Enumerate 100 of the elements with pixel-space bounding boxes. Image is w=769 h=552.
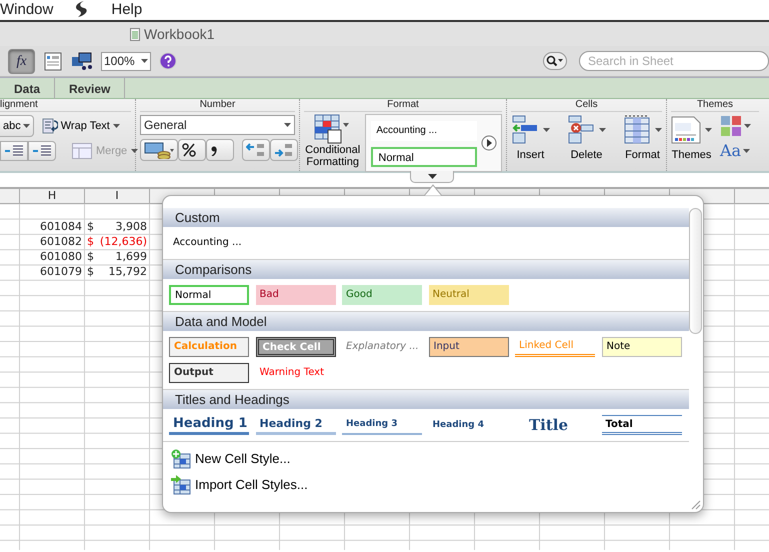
- search-field[interactable]: Search in Sheet: [579, 51, 769, 71]
- menu-item[interactable]: Help: [111, 0, 142, 20]
- decrease-indent-button[interactable]: [0, 141, 28, 161]
- cell-style-option[interactable]: Input: [428, 337, 508, 357]
- merge-icon: [72, 143, 92, 159]
- new-style-button[interactable]: New Cell Style...: [167, 446, 703, 472]
- color-swatch-icon: [720, 115, 742, 137]
- script-icon[interactable]: [75, 0, 90, 18]
- currency-button[interactable]: [140, 139, 178, 161]
- cell-style-option[interactable]: Heading 3: [342, 415, 422, 435]
- dropdown-icon: [543, 128, 550, 132]
- themes-button[interactable]: Themes: [671, 115, 712, 161]
- group-title: Format: [304, 99, 502, 112]
- group-title: Number: [140, 99, 295, 112]
- section-header: Comparisons: [163, 260, 689, 279]
- search-icon[interactable]: [543, 52, 567, 70]
- indent-icon: [32, 145, 52, 157]
- group-title: lignment: [0, 99, 131, 112]
- help-icon[interactable]: [159, 52, 177, 70]
- decrease-decimal-icon: [246, 142, 266, 158]
- dropdown-icon: [131, 149, 138, 153]
- increase-decimal-button[interactable]: [270, 139, 298, 161]
- cell-style-option[interactable]: Total: [602, 415, 682, 435]
- wrap-icon: [42, 117, 58, 135]
- gallery-expand-button[interactable]: [410, 171, 454, 183]
- scrollbar-thumb[interactable]: [689, 208, 702, 334]
- group-title: Cells: [511, 99, 662, 112]
- table-cell-text: 601082: [39, 234, 83, 250]
- delete-button[interactable]: Delete: [567, 115, 606, 161]
- gallery-icon[interactable]: [43, 51, 63, 71]
- dropdown-icon: [22, 124, 30, 128]
- outdent-icon: [4, 145, 24, 157]
- conditional-formatting-button[interactable]: Conditional Formatting: [304, 114, 362, 172]
- document-icon: [130, 28, 140, 40]
- section-header: Data and Model: [163, 312, 689, 331]
- insert-button[interactable]: Insert: [511, 115, 550, 161]
- orientation-button[interactable]: abc: [0, 115, 34, 137]
- dropdown-icon: [744, 124, 751, 128]
- wrap-text-button[interactable]: Wrap Text: [42, 117, 120, 135]
- dropdown-icon: [705, 128, 712, 132]
- theme-colors-button[interactable]: [720, 115, 751, 137]
- number-format-field[interactable]: General: [140, 115, 295, 135]
- import-styles-icon: [171, 475, 191, 495]
- dropdown-icon: [112, 124, 120, 128]
- increase-indent-button[interactable]: [28, 141, 56, 161]
- conditional-formatting-icon: [314, 114, 352, 144]
- percent-icon: [182, 143, 196, 157]
- cell-format-icon: [623, 115, 651, 145]
- resize-grip-icon[interactable]: [691, 500, 701, 510]
- group-title: Themes: [671, 99, 759, 112]
- cell-style-option[interactable]: Accounting ...: [169, 233, 249, 253]
- cell-style-option[interactable]: Accounting ...: [371, 121, 478, 141]
- increase-decimal-icon: [274, 142, 294, 158]
- new-style-icon: [171, 449, 191, 469]
- formula-button[interactable]: fx: [8, 48, 35, 74]
- cell-style-option[interactable]: Explanatory ...: [342, 337, 422, 357]
- table-cell: 1,699: [116, 250, 147, 266]
- delete-cells-icon: [567, 115, 595, 145]
- cell-style-option[interactable]: Good: [342, 285, 422, 305]
- currency-symbol: $: [87, 220, 94, 235]
- currency-symbol: $: [87, 234, 94, 250]
- cell-style-option[interactable]: Title: [515, 415, 595, 435]
- dropdown-icon: [284, 123, 291, 127]
- decrease-decimal-button[interactable]: [242, 139, 270, 161]
- window-title: Workbook1: [144, 24, 215, 44]
- import-styles-button[interactable]: Import Cell Styles...: [167, 472, 703, 498]
- menu-item[interactable]: Window: [0, 0, 54, 20]
- table-cell-text: 601084: [39, 220, 83, 235]
- next-icon[interactable]: [481, 135, 497, 151]
- table-cell-text: (12,636): [100, 234, 147, 250]
- cell-style-option[interactable]: Normal: [371, 147, 478, 167]
- insert-cells-icon: [511, 115, 539, 145]
- cell-style-option[interactable]: Heading 2: [256, 415, 336, 435]
- percent-button[interactable]: [178, 139, 206, 161]
- table-cell: 3,908: [116, 220, 147, 235]
- cell-style-option[interactable]: Note: [602, 337, 682, 357]
- currency-symbol: $: [87, 265, 94, 280]
- column-header[interactable]: I: [85, 189, 150, 204]
- theme-page-icon: [671, 115, 701, 145]
- cell-style-option[interactable]: Warning Text: [256, 363, 336, 383]
- zoom-field[interactable]: 100%: [101, 52, 151, 70]
- cell-style-option[interactable]: Heading 4: [428, 415, 508, 435]
- comma-icon: [210, 144, 218, 156]
- cell-style-option[interactable]: Heading 1: [169, 415, 249, 435]
- currency-symbol: $: [87, 250, 94, 266]
- cell-style-option[interactable]: Bad: [256, 285, 336, 305]
- format-button[interactable]: Format: [623, 115, 662, 161]
- dropdown-icon: [655, 128, 662, 132]
- money-icon: [144, 141, 174, 159]
- comma-button[interactable]: [206, 139, 234, 161]
- dropdown-icon: [743, 149, 750, 153]
- table-cell-text: 601080: [39, 250, 83, 266]
- cell-style-option[interactable]: Normal: [169, 285, 249, 305]
- table-cell-text: 15,792: [108, 265, 147, 280]
- dropdown-icon: [141, 59, 148, 63]
- media-icon[interactable]: [71, 51, 93, 71]
- cell-style-option[interactable]: Output: [169, 363, 249, 383]
- dropdown-icon: [599, 128, 606, 132]
- column-header[interactable]: H: [20, 189, 85, 204]
- theme-fonts-button[interactable]: Aa: [720, 145, 751, 157]
